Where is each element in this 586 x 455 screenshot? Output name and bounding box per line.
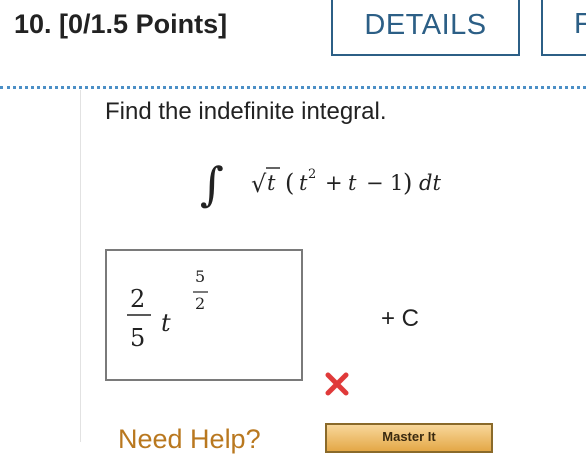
integral-sign: ∫ [200, 157, 224, 211]
next-action-button[interactable]: F [541, 0, 586, 56]
answer-expression: 2 5 t 5 2 [127, 267, 208, 352]
next-action-label: F [574, 8, 586, 40]
close-paren: ) [403, 169, 412, 197]
integral-expression: ∫ √ t ( t 2 + t − 1 ) dt [200, 157, 441, 211]
answer-variable: t [161, 309, 171, 337]
details-button[interactable]: DETAILS [331, 0, 520, 56]
sqrt-variable: t [267, 171, 276, 195]
x-mark-icon [325, 372, 349, 396]
differential: dt [419, 171, 441, 195]
plus-sign: + [325, 171, 343, 195]
master-it-button[interactable]: Master It [325, 423, 493, 453]
left-margin-rule [80, 90, 81, 442]
need-help-link[interactable]: Need Help? [118, 424, 261, 455]
term-t: t [348, 171, 357, 195]
question-title: 10. [0/1.5 Points] [14, 9, 228, 39]
coef-numerator: 2 [130, 285, 145, 313]
exp-denominator: 2 [195, 294, 205, 313]
question-prompt: Find the indefinite integral. [105, 98, 387, 125]
exp-numerator: 5 [195, 267, 205, 286]
open-paren: ( [285, 169, 294, 197]
term-exponent: 2 [308, 167, 316, 182]
sqrt-sign: √ [251, 170, 267, 198]
coef-denominator: 5 [130, 324, 145, 352]
minus-sign: − [366, 171, 384, 195]
section-divider [0, 86, 586, 89]
details-button-label: DETAILS [364, 8, 487, 41]
term-base: t [299, 171, 308, 195]
term-constant: 1 [390, 171, 403, 195]
constant-term: + C [381, 305, 420, 332]
